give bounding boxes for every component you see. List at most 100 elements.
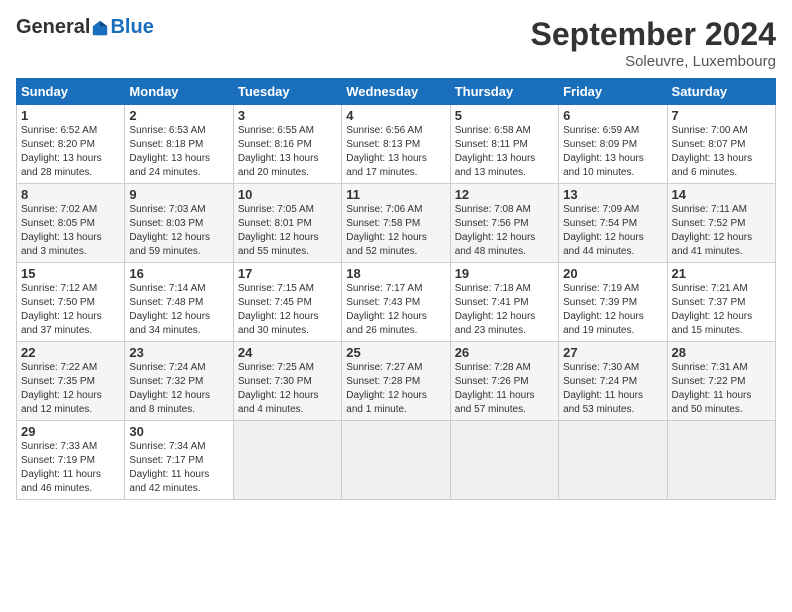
calendar-cell: 4Sunrise: 6:56 AM Sunset: 8:13 PM Daylig… [342, 105, 450, 184]
calendar-cell [233, 421, 341, 500]
day-number: 20 [563, 266, 662, 281]
day-info: Sunrise: 7:09 AM Sunset: 7:54 PM Dayligh… [563, 203, 662, 259]
day-info: Sunrise: 7:30 AM Sunset: 7:24 PM Dayligh… [563, 361, 662, 417]
col-saturday: Saturday [667, 79, 775, 105]
calendar-cell: 11Sunrise: 7:06 AM Sunset: 7:58 PM Dayli… [342, 184, 450, 263]
day-number: 21 [672, 266, 771, 281]
calendar-cell: 22Sunrise: 7:22 AM Sunset: 7:35 PM Dayli… [17, 342, 125, 421]
day-info: Sunrise: 7:11 AM Sunset: 7:52 PM Dayligh… [672, 203, 771, 259]
calendar-cell: 27Sunrise: 7:30 AM Sunset: 7:24 PM Dayli… [559, 342, 667, 421]
col-monday: Monday [125, 79, 233, 105]
day-info: Sunrise: 7:18 AM Sunset: 7:41 PM Dayligh… [455, 282, 554, 338]
day-number: 28 [672, 345, 771, 360]
calendar-cell: 24Sunrise: 7:25 AM Sunset: 7:30 PM Dayli… [233, 342, 341, 421]
calendar-cell: 10Sunrise: 7:05 AM Sunset: 8:01 PM Dayli… [233, 184, 341, 263]
calendar-week-row: 29Sunrise: 7:33 AM Sunset: 7:19 PM Dayli… [17, 421, 776, 500]
day-info: Sunrise: 6:52 AM Sunset: 8:20 PM Dayligh… [21, 124, 120, 180]
calendar-cell: 13Sunrise: 7:09 AM Sunset: 7:54 PM Dayli… [559, 184, 667, 263]
col-friday: Friday [559, 79, 667, 105]
col-sunday: Sunday [17, 79, 125, 105]
day-number: 13 [563, 187, 662, 202]
day-number: 5 [455, 108, 554, 123]
day-number: 8 [21, 187, 120, 202]
calendar-week-row: 22Sunrise: 7:22 AM Sunset: 7:35 PM Dayli… [17, 342, 776, 421]
calendar-cell: 21Sunrise: 7:21 AM Sunset: 7:37 PM Dayli… [667, 263, 775, 342]
logo: General Blue [16, 16, 154, 39]
day-number: 23 [129, 345, 228, 360]
day-number: 30 [129, 424, 228, 439]
calendar-cell: 16Sunrise: 7:14 AM Sunset: 7:48 PM Dayli… [125, 263, 233, 342]
calendar-week-row: 8Sunrise: 7:02 AM Sunset: 8:05 PM Daylig… [17, 184, 776, 263]
day-number: 11 [346, 187, 445, 202]
calendar-cell: 5Sunrise: 6:58 AM Sunset: 8:11 PM Daylig… [450, 105, 558, 184]
day-number: 3 [238, 108, 337, 123]
day-info: Sunrise: 7:05 AM Sunset: 8:01 PM Dayligh… [238, 203, 337, 259]
col-wednesday: Wednesday [342, 79, 450, 105]
day-number: 27 [563, 345, 662, 360]
calendar-cell: 7Sunrise: 7:00 AM Sunset: 8:07 PM Daylig… [667, 105, 775, 184]
day-number: 10 [238, 187, 337, 202]
logo-general: General [16, 16, 90, 39]
day-info: Sunrise: 6:59 AM Sunset: 8:09 PM Dayligh… [563, 124, 662, 180]
calendar-cell: 14Sunrise: 7:11 AM Sunset: 7:52 PM Dayli… [667, 184, 775, 263]
calendar-cell: 25Sunrise: 7:27 AM Sunset: 7:28 PM Dayli… [342, 342, 450, 421]
calendar-cell: 9Sunrise: 7:03 AM Sunset: 8:03 PM Daylig… [125, 184, 233, 263]
day-number: 19 [455, 266, 554, 281]
day-info: Sunrise: 6:58 AM Sunset: 8:11 PM Dayligh… [455, 124, 554, 180]
calendar-week-row: 1Sunrise: 6:52 AM Sunset: 8:20 PM Daylig… [17, 105, 776, 184]
calendar-cell: 8Sunrise: 7:02 AM Sunset: 8:05 PM Daylig… [17, 184, 125, 263]
calendar-cell: 29Sunrise: 7:33 AM Sunset: 7:19 PM Dayli… [17, 421, 125, 500]
day-info: Sunrise: 7:33 AM Sunset: 7:19 PM Dayligh… [21, 440, 120, 496]
calendar-cell [450, 421, 558, 500]
day-info: Sunrise: 7:24 AM Sunset: 7:32 PM Dayligh… [129, 361, 228, 417]
day-number: 12 [455, 187, 554, 202]
day-number: 26 [455, 345, 554, 360]
calendar-cell [667, 421, 775, 500]
calendar-cell [559, 421, 667, 500]
calendar-cell: 17Sunrise: 7:15 AM Sunset: 7:45 PM Dayli… [233, 263, 341, 342]
day-number: 24 [238, 345, 337, 360]
day-info: Sunrise: 7:25 AM Sunset: 7:30 PM Dayligh… [238, 361, 337, 417]
day-number: 14 [672, 187, 771, 202]
calendar-week-row: 15Sunrise: 7:12 AM Sunset: 7:50 PM Dayli… [17, 263, 776, 342]
day-info: Sunrise: 7:22 AM Sunset: 7:35 PM Dayligh… [21, 361, 120, 417]
day-info: Sunrise: 7:19 AM Sunset: 7:39 PM Dayligh… [563, 282, 662, 338]
calendar-cell: 20Sunrise: 7:19 AM Sunset: 7:39 PM Dayli… [559, 263, 667, 342]
day-number: 2 [129, 108, 228, 123]
day-info: Sunrise: 7:21 AM Sunset: 7:37 PM Dayligh… [672, 282, 771, 338]
day-number: 25 [346, 345, 445, 360]
day-info: Sunrise: 7:15 AM Sunset: 7:45 PM Dayligh… [238, 282, 337, 338]
day-info: Sunrise: 7:14 AM Sunset: 7:48 PM Dayligh… [129, 282, 228, 338]
day-info: Sunrise: 7:27 AM Sunset: 7:28 PM Dayligh… [346, 361, 445, 417]
month-title: September 2024 [531, 16, 776, 53]
day-info: Sunrise: 7:12 AM Sunset: 7:50 PM Dayligh… [21, 282, 120, 338]
day-number: 22 [21, 345, 120, 360]
location: Soleuvre, Luxembourg [531, 53, 776, 70]
day-number: 29 [21, 424, 120, 439]
calendar-cell: 23Sunrise: 7:24 AM Sunset: 7:32 PM Dayli… [125, 342, 233, 421]
day-number: 6 [563, 108, 662, 123]
calendar-table: Sunday Monday Tuesday Wednesday Thursday… [16, 78, 776, 500]
calendar-cell: 6Sunrise: 6:59 AM Sunset: 8:09 PM Daylig… [559, 105, 667, 184]
day-info: Sunrise: 6:56 AM Sunset: 8:13 PM Dayligh… [346, 124, 445, 180]
day-number: 18 [346, 266, 445, 281]
day-number: 1 [21, 108, 120, 123]
logo-icon [91, 19, 109, 37]
day-info: Sunrise: 7:02 AM Sunset: 8:05 PM Dayligh… [21, 203, 120, 259]
day-number: 4 [346, 108, 445, 123]
day-info: Sunrise: 7:03 AM Sunset: 8:03 PM Dayligh… [129, 203, 228, 259]
day-number: 7 [672, 108, 771, 123]
col-tuesday: Tuesday [233, 79, 341, 105]
calendar-cell: 1Sunrise: 6:52 AM Sunset: 8:20 PM Daylig… [17, 105, 125, 184]
page-header: General Blue September 2024 Soleuvre, Lu… [16, 16, 776, 70]
day-info: Sunrise: 7:28 AM Sunset: 7:26 PM Dayligh… [455, 361, 554, 417]
calendar-cell: 2Sunrise: 6:53 AM Sunset: 8:18 PM Daylig… [125, 105, 233, 184]
day-info: Sunrise: 7:17 AM Sunset: 7:43 PM Dayligh… [346, 282, 445, 338]
calendar-cell: 28Sunrise: 7:31 AM Sunset: 7:22 PM Dayli… [667, 342, 775, 421]
calendar-cell: 15Sunrise: 7:12 AM Sunset: 7:50 PM Dayli… [17, 263, 125, 342]
col-thursday: Thursday [450, 79, 558, 105]
day-number: 16 [129, 266, 228, 281]
calendar-cell: 26Sunrise: 7:28 AM Sunset: 7:26 PM Dayli… [450, 342, 558, 421]
day-info: Sunrise: 7:31 AM Sunset: 7:22 PM Dayligh… [672, 361, 771, 417]
day-info: Sunrise: 6:55 AM Sunset: 8:16 PM Dayligh… [238, 124, 337, 180]
